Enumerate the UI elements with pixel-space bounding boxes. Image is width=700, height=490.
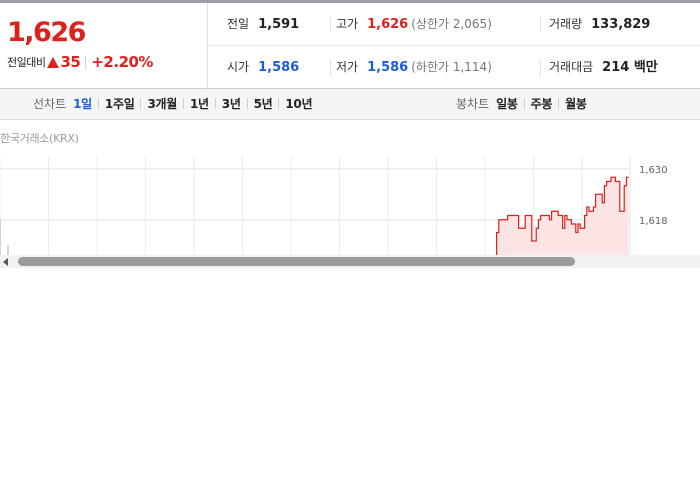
period-1y[interactable]: 1년 <box>190 89 209 120</box>
chart-period-bar: 선차트 1일 1주일 3개월 1년 3년 5년 10년 봉차트 일봉 주봉 월봉 <box>0 89 700 120</box>
divider <box>330 60 331 75</box>
divider <box>182 98 184 109</box>
high-label: 고가 <box>336 17 359 31</box>
up-triangle-icon <box>47 57 60 68</box>
trade-value-value: 214 백만 <box>602 60 658 75</box>
period-5y[interactable]: 5년 <box>254 89 273 120</box>
trade-value: 거래대금 214 백만 <box>549 46 658 89</box>
open-price: 시가 1,586 <box>227 46 299 89</box>
series-area <box>496 177 629 255</box>
high-value: 1,626 <box>367 17 409 32</box>
line-chart-periods: 선차트 1일 1주일 3개월 1년 3년 5년 10년 <box>33 89 313 120</box>
period-3y[interactable]: 3년 <box>222 89 241 120</box>
price-chart-svg: 1,6301,6181,606 <box>0 156 668 255</box>
lower-limit: (하한가 1,114) <box>411 60 492 74</box>
change-value: 35 <box>60 53 81 71</box>
period-3m[interactable]: 3개월 <box>147 89 177 120</box>
change-line: 전일대비 35 +2.20% <box>7 53 153 71</box>
candle-chart-periods: 봉차트 일봉 주봉 월봉 <box>456 89 587 120</box>
quote-row-2: 시가 1,586 저가 1,586 (하한가 1,114) 거래대금 214 백만 <box>209 46 700 89</box>
scroll-thumb[interactable] <box>18 257 575 266</box>
volume: 거래량 133,829 <box>549 3 650 46</box>
candle-daily[interactable]: 일봉 <box>496 89 518 120</box>
high-price: 고가 1,626 (상한가 2,065) <box>336 3 492 46</box>
period-1d[interactable]: 1일 <box>73 89 92 120</box>
current-price-box: 1,626 전일대비 35 +2.20% <box>0 3 208 89</box>
open-value: 1,586 <box>258 60 300 75</box>
divider <box>330 17 331 32</box>
divider <box>558 98 560 109</box>
change-label: 전일대비 <box>7 56 46 69</box>
current-price: 1,626 <box>7 17 86 48</box>
divider <box>278 98 280 109</box>
prev-close-value: 1,591 <box>258 17 300 32</box>
divider <box>140 98 142 109</box>
upper-limit: (상한가 2,065) <box>411 17 492 31</box>
candle-monthly[interactable]: 월봉 <box>565 89 587 120</box>
candle-chart-label: 봉차트 <box>456 97 490 111</box>
low-price: 저가 1,586 (하한가 1,114) <box>336 46 492 89</box>
prev-close-label: 전일 <box>227 17 250 31</box>
trade-value-label: 거래대금 <box>549 60 594 74</box>
divider <box>523 98 525 109</box>
period-10y[interactable]: 10년 <box>285 89 312 120</box>
quote-row-1: 전일 1,591 고가 1,626 (상한가 2,065) 거래량 133,829 <box>209 3 700 46</box>
divider <box>97 98 99 109</box>
divider <box>246 98 248 109</box>
chart-scrollbar[interactable] <box>0 255 700 268</box>
divider <box>214 98 216 109</box>
divider <box>85 56 87 69</box>
change-percent: +2.20% <box>91 53 153 71</box>
line-chart-label: 선차트 <box>33 97 67 111</box>
y-tick-label: 1,630 <box>639 165 668 176</box>
divider <box>540 60 541 75</box>
quote-summary: 1,626 전일대비 35 +2.20% 전일 1,591 고가 1,626 (상한가 2… <box>0 3 700 89</box>
divider <box>540 17 541 32</box>
volume-label: 거래량 <box>549 17 583 31</box>
volume-value: 133,829 <box>591 17 651 32</box>
y-tick-label: 1,618 <box>639 216 668 227</box>
price-chart: 1,6301,6181,606 <box>0 148 700 255</box>
low-value: 1,586 <box>367 60 409 75</box>
scroll-left-arrow-icon[interactable] <box>3 258 8 266</box>
low-label: 저가 <box>336 60 359 74</box>
prev-close: 전일 1,591 <box>227 3 299 46</box>
open-label: 시가 <box>227 60 250 74</box>
candle-weekly[interactable]: 주봉 <box>531 89 553 120</box>
exchange-label: 한국거래소(KRX) <box>0 132 79 145</box>
period-1w[interactable]: 1주일 <box>105 89 135 120</box>
